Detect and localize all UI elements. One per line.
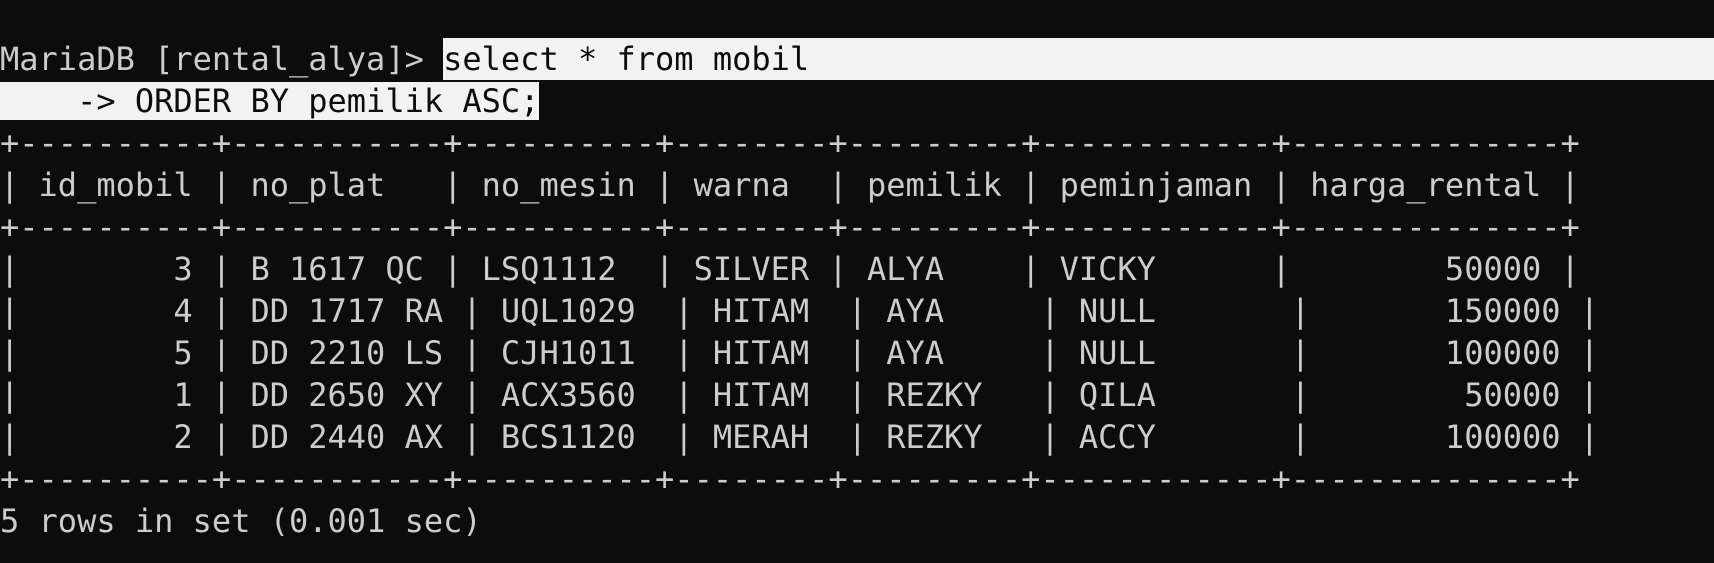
table-header-row: | id_mobil | no_plat | no_mesin | warna … [0,166,1580,204]
result-status: 5 rows in set (0.001 sec) [0,502,482,540]
table-row: | 2 | DD 2440 AX | BCS1120 | MERAH | REZ… [0,418,1600,456]
table-row: | 3 | B 1617 QC | LSQ1112 | SILVER | ALY… [0,250,1580,288]
table-border-bottom: +----------+-----------+----------+-----… [0,460,1580,498]
query-line-2: -> ORDER BY pemilik ASC; [0,82,540,120]
table-border-top: +----------+-----------+----------+-----… [0,124,1580,162]
table-row: | 1 | DD 2650 XY | ACX3560 | HITAM | REZ… [0,376,1600,414]
table-row: | 5 | DD 2210 LS | CJH1011 | HITAM | AYA… [0,334,1600,372]
terminal-window[interactable]: MariaDB [rental_alya]> select * from mob… [0,0,1714,563]
continuation-line: -> ORDER BY pemilik ASC; [0,80,540,122]
query-line-1: select * from mobil [443,38,1714,80]
prompt-line: MariaDB [rental_alya]> select * from mob… [0,38,1714,80]
prompt-text: MariaDB [rental_alya]> [0,40,444,78]
table-row: | 4 | DD 1717 RA | UQL1029 | HITAM | AYA… [0,292,1600,330]
table-border-header: +----------+-----------+----------+-----… [0,208,1580,246]
